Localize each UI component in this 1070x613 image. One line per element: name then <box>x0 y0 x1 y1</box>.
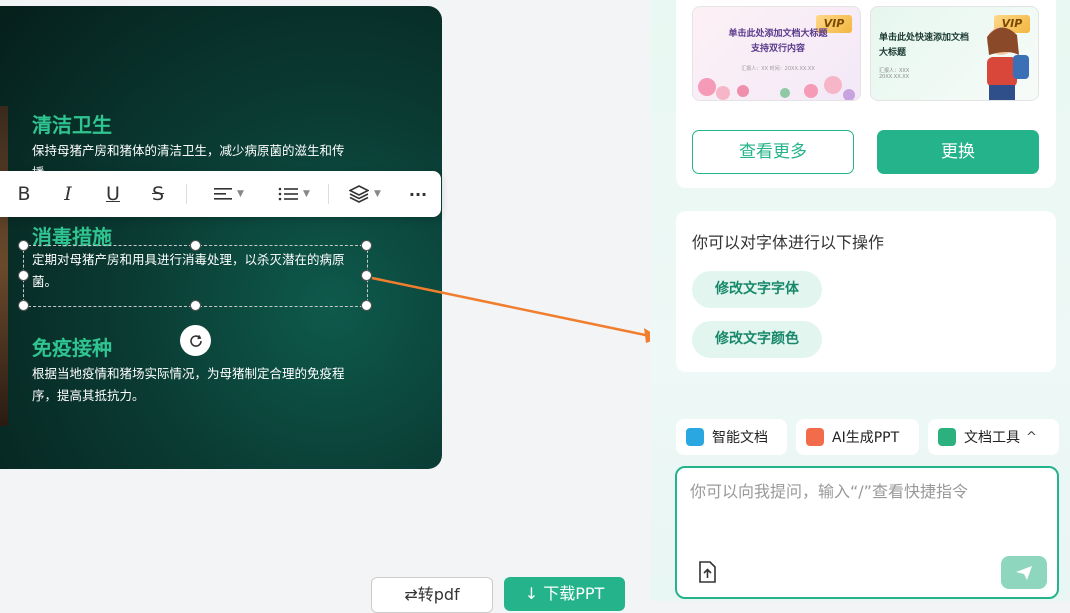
more-button[interactable]: ··· <box>405 171 431 217</box>
slide-photo <box>0 106 8 426</box>
toolbar-divider <box>328 184 329 204</box>
italic-button[interactable]: I <box>58 171 78 217</box>
section-title-vaccine[interactable]: 免疫接种 <box>32 332 112 361</box>
flower-decoration-icon <box>698 76 855 100</box>
template-thumbnail-2[interactable]: VIP 单击此处快速添加文档 大标题 汇报人：XXX 20XX.XX.XX <box>870 6 1039 101</box>
tool-ai-ppt[interactable]: AI生成PPT <box>796 419 919 455</box>
layers-icon <box>349 185 370 203</box>
template-title: 单击此处快速添加文档 大标题 <box>879 33 970 58</box>
change-color-chip[interactable]: 修改文字颜色 <box>692 321 822 358</box>
strikethrough-button[interactable]: S <box>148 171 168 217</box>
change-font-chip[interactable]: 修改文字字体 <box>692 271 822 308</box>
ai-ppt-icon <box>806 428 824 446</box>
character-illustration-icon <box>987 27 1029 100</box>
tool-label: AI生成PPT <box>832 430 900 446</box>
resize-handle-bl[interactable] <box>18 300 29 311</box>
bold-button[interactable]: B <box>14 171 34 217</box>
list-dropdown[interactable]: ▼ <box>273 171 315 217</box>
send-icon <box>1016 565 1032 580</box>
resize-handle-left[interactable] <box>18 270 29 281</box>
template-thumbnail-1[interactable]: VIP 单击此处添加文档大标题 支持双行内容 汇报人：XX 时间：20XX.XX… <box>692 6 861 101</box>
section-body-vaccine[interactable]: 根据当地疫情和猪场实际情况，为母猪制定合理的免疫程序，提高其抵抗力。 <box>32 363 362 407</box>
chevron-up-icon[interactable]: ^ <box>1026 430 1037 445</box>
annotation-arrow-icon <box>371 276 660 343</box>
toolbar-divider <box>186 184 187 204</box>
rotate-icon <box>189 334 202 347</box>
layers-dropdown[interactable]: ▼ <box>344 171 386 217</box>
tool-label: 文档工具 <box>964 430 1020 446</box>
tool-doc-tools[interactable]: 文档工具 ^ <box>928 419 1059 455</box>
smart-doc-icon <box>686 428 704 446</box>
underline-button[interactable]: U <box>103 171 123 217</box>
selection-box <box>23 245 368 307</box>
replace-button[interactable]: 更换 <box>877 130 1039 174</box>
resize-handle-tr[interactable] <box>361 240 372 251</box>
align-dropdown[interactable]: ▼ <box>208 171 250 217</box>
tool-label: 智能文档 <box>712 430 768 446</box>
doc-tools-icon <box>938 428 956 446</box>
convert-pdf-button[interactable]: ⇄转pdf <box>371 577 493 613</box>
resize-handle-tl[interactable] <box>18 240 29 251</box>
list-icon <box>278 187 299 201</box>
rotate-handle[interactable] <box>180 325 211 356</box>
download-ppt-button[interactable]: ↓ 下载PPT <box>504 577 625 611</box>
template-subtitle: 汇报人：XXX 20XX.XX.XX <box>879 68 910 80</box>
send-button[interactable] <box>1001 556 1047 589</box>
section-title-cleaning[interactable]: 清洁卫生 <box>32 109 112 138</box>
upload-file-icon[interactable] <box>697 561 717 583</box>
align-left-icon <box>214 188 233 200</box>
format-toolbar: B I U S ▼ ▼ ▼ ··· <box>0 171 441 217</box>
resize-handle-top[interactable] <box>190 240 201 251</box>
resize-handle-bottom[interactable] <box>190 300 201 311</box>
view-more-button[interactable]: 查看更多 <box>692 130 854 174</box>
font-card-title: 你可以对字体进行以下操作 <box>692 233 885 252</box>
tool-smart-doc[interactable]: 智能文档 <box>676 419 787 455</box>
template-title: 单击此处添加文档大标题 支持双行内容 <box>728 29 828 54</box>
chat-placeholder: 你可以向我提问，输入“/”查看快捷指令 <box>690 482 968 501</box>
